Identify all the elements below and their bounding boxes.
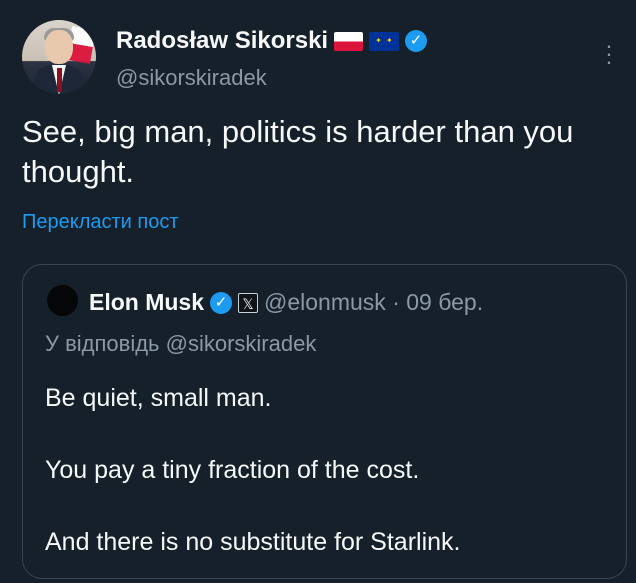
avatar-tie: [57, 68, 62, 92]
translate-post-link[interactable]: Перекласти пост: [22, 211, 179, 234]
polish-flag-icon: [334, 31, 364, 51]
verified-icon[interactable]: ✓: [210, 291, 233, 314]
more-options-icon[interactable]: · · ·: [599, 34, 619, 73]
reply-to-label[interactable]: У відповідь @sikorskiradek: [45, 331, 316, 357]
author-avatar[interactable]: [22, 20, 96, 94]
quoted-line: Be quiet, small man.: [45, 384, 272, 412]
quoted-author-name[interactable]: Elon Musk: [89, 289, 204, 316]
author-name[interactable]: Radosław Sikorski: [116, 27, 328, 55]
eu-flag-icon: [369, 31, 400, 51]
author-handle[interactable]: @sikorskiradek: [116, 65, 267, 91]
quoted-tweet-body: Be quiet, small man. You pay a tiny frac…: [45, 380, 461, 583]
verified-icon[interactable]: ✓: [405, 30, 428, 52]
tweet-text: See, big man, politics is harder than yo…: [22, 114, 574, 189]
author-name-row: Radosław Sikorski ✓: [116, 27, 428, 55]
quoted-author-avatar[interactable]: [47, 285, 78, 316]
quoted-line: You pay a tiny fraction of the cost.: [45, 456, 420, 484]
quoted-handle-and-date[interactable]: @elonmusk · 09 бер.: [264, 289, 483, 316]
quoted-line: And there is no substitute for Starlink.: [45, 528, 461, 556]
quoted-tweet-card[interactable]: Elon Musk ✓ 𝕏 @elonmusk · 09 бер. У відп…: [22, 264, 627, 579]
tweet-header: Radosław Sikorski ✓ @sikorskiradek ···: [22, 20, 616, 100]
avatar-head: [45, 30, 73, 64]
x-affiliate-icon[interactable]: 𝕏: [238, 292, 259, 313]
quoted-tweet-header: Elon Musk ✓ 𝕏 @elonmusk · 09 бер.: [89, 289, 483, 316]
